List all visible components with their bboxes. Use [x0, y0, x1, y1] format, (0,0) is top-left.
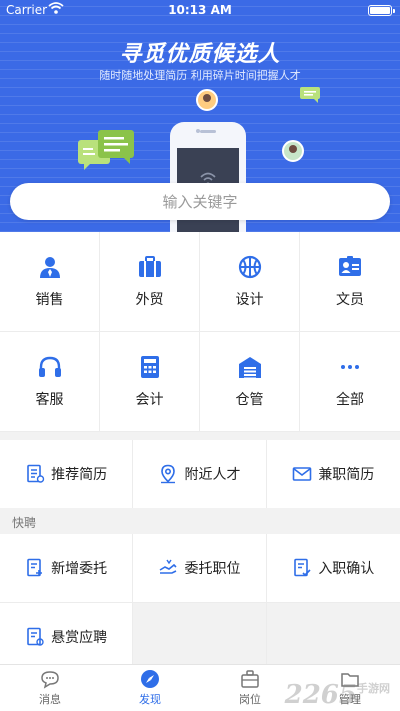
id-card-icon — [339, 255, 361, 276]
document-add-icon — [27, 558, 43, 577]
part-time-resumes-button[interactable]: 兼职简历 — [267, 440, 400, 508]
tab-discover[interactable]: 发现 — [100, 665, 200, 711]
discover-page: Carrier 10:13 AM 寻觅优质候选人 随时随地处理简历 利用碎片时间… — [0, 0, 400, 711]
chat-bubble-icon — [41, 671, 59, 689]
clock-time: 10:13 AM — [168, 3, 232, 17]
battery-icon — [368, 5, 395, 16]
status-bar: Carrier 10:13 AM — [0, 0, 400, 20]
category-label: 会计 — [135, 391, 164, 408]
small-chat-bubble-illustration — [300, 87, 320, 103]
category-label: 仓管 — [235, 391, 264, 408]
calculator-icon — [140, 355, 159, 378]
category-label: 销售 — [35, 291, 64, 308]
quick-hire-row: 新增委托 委托职位 入职确认 — [0, 534, 400, 602]
category-trade[interactable]: 外贸 — [100, 232, 200, 332]
empty-slot — [266, 603, 400, 671]
category-sales[interactable]: 销售 — [0, 232, 100, 332]
section-heading-quick-hire: 快聘 — [12, 516, 37, 530]
category-label: 设计 — [235, 291, 264, 308]
candidate-avatar — [282, 140, 304, 162]
category-label: 外贸 — [135, 291, 164, 308]
link-label: 入职确认 — [318, 561, 375, 577]
category-grid: 销售 外贸 设计 文员 客服 会计 仓管 全部 — [0, 232, 400, 432]
onboarding-confirmation-button[interactable]: 入职确认 — [267, 534, 400, 602]
category-warehouse[interactable]: 仓管 — [200, 332, 300, 432]
search-input[interactable] — [10, 183, 390, 220]
link-label: 推荐简历 — [51, 467, 108, 483]
basketball-icon — [238, 255, 261, 278]
document-reward-icon — [27, 627, 44, 646]
recommended-resumes-button[interactable]: 推荐简历 — [0, 440, 134, 508]
category-accounting[interactable]: 会计 — [100, 332, 200, 432]
hero-banner: Carrier 10:13 AM 寻觅优质候选人 随时随地处理简历 利用碎片时间… — [0, 0, 400, 232]
category-label: 文员 — [336, 291, 364, 308]
bounty-application-button[interactable]: 悬赏应聘 — [0, 603, 134, 671]
tab-messages[interactable]: 消息 — [0, 665, 100, 711]
person-icon — [39, 256, 60, 278]
category-all[interactable]: 全部 — [300, 332, 400, 432]
handshake-icon — [160, 559, 178, 574]
link-label: 委托职位 — [184, 561, 241, 577]
document-check-icon — [294, 558, 311, 577]
quick-hire-row-2: 悬赏应聘 — [0, 603, 400, 671]
resume-links-row: 推荐简历 附近人才 兼职简历 — [0, 440, 400, 508]
site-watermark: 2265手游网 — [284, 680, 390, 710]
category-label: 客服 — [35, 391, 64, 408]
category-customer-service[interactable]: 客服 — [0, 332, 100, 432]
category-clerk[interactable]: 文员 — [300, 232, 400, 332]
new-commission-button[interactable]: 新增委托 — [0, 534, 134, 602]
tab-label: 发现 — [139, 693, 161, 706]
category-design[interactable]: 设计 — [200, 232, 300, 332]
chat-bubbles-illustration — [78, 130, 134, 170]
link-label: 附近人才 — [184, 467, 241, 483]
warehouse-icon — [238, 356, 261, 378]
more-dots-icon — [341, 364, 359, 369]
link-label: 新增委托 — [51, 561, 108, 577]
briefcase-icon — [241, 670, 259, 688]
headphones-icon — [38, 356, 61, 377]
link-label: 悬赏应聘 — [51, 630, 108, 646]
tab-label: 消息 — [39, 693, 61, 706]
envelope-icon — [293, 467, 312, 481]
candidate-avatar — [196, 89, 218, 111]
briefcase-icon — [138, 255, 161, 277]
hero-subtitle: 随时随地处理简历 利用碎片时间把握人才 — [99, 69, 301, 82]
document-icon — [27, 464, 45, 483]
compass-icon — [141, 670, 159, 688]
tab-label: 岗位 — [239, 693, 261, 706]
commissioned-positions-button[interactable]: 委托职位 — [133, 534, 267, 602]
hero-title: 寻觅优质候选人 — [119, 42, 281, 67]
empty-slot — [133, 603, 267, 671]
nearby-talent-button[interactable]: 附近人才 — [133, 440, 267, 508]
link-label: 兼职简历 — [318, 467, 375, 483]
category-label: 全部 — [336, 391, 364, 408]
location-pin-icon — [161, 464, 176, 484]
